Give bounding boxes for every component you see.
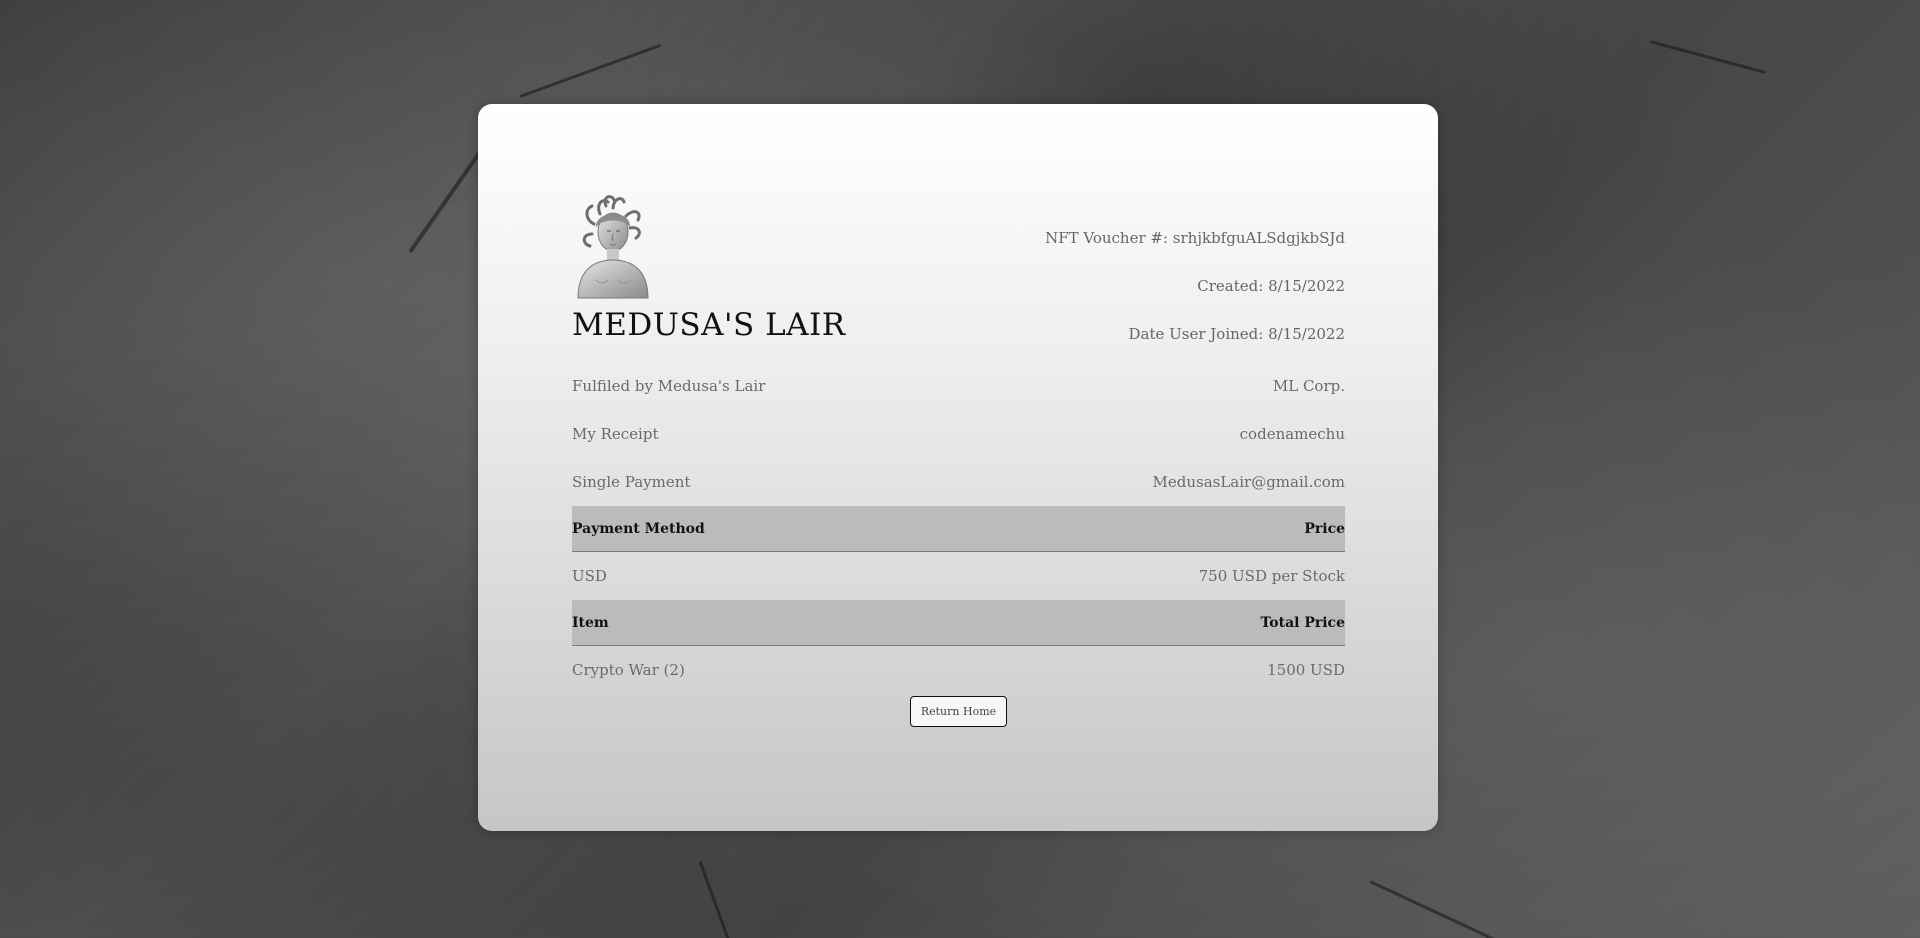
item-header: Item <box>572 614 609 631</box>
item-value: Crypto War (2) <box>572 661 685 679</box>
return-home-button[interactable]: Return Home <box>909 696 1008 727</box>
price-value: 750 USD per Stock <box>1198 567 1345 585</box>
total-price-header: Total Price <box>1260 614 1345 631</box>
detail-row-payment-type: Single Payment MedusasLair@gmail.com <box>572 458 1345 506</box>
medusa-bust-logo <box>577 195 649 299</box>
background-crack <box>698 860 740 938</box>
total-price-value: 1500 USD <box>1267 661 1345 679</box>
item-table-header: Item Total Price <box>572 600 1345 646</box>
payment-method-header: Payment Method <box>572 520 705 537</box>
item-table-row: Crypto War (2) 1500 USD <box>572 646 1345 694</box>
background-crack <box>519 43 662 98</box>
payment-type-label: Single Payment <box>572 473 691 491</box>
contact-email: MedusasLair@gmail.com <box>1152 473 1346 491</box>
actions: Return Home <box>572 696 1345 727</box>
payment-table-header: Payment Method Price <box>572 506 1345 552</box>
receipt-label: My Receipt <box>572 425 659 443</box>
background-crack <box>1649 40 1767 75</box>
username: codenamechu <box>1239 425 1345 443</box>
price-header: Price <box>1304 520 1345 537</box>
voucher-meta: NFT Voucher #: srhjkbfguALSdgjkbSJd Crea… <box>1045 194 1345 358</box>
receipt-header: MEDUSA'S LAIR NFT Voucher #: srhjkbfguAL… <box>572 194 1345 362</box>
receipt-content: MEDUSA'S LAIR NFT Voucher #: srhjkbfguAL… <box>572 194 1345 727</box>
brand-title: MEDUSA'S LAIR <box>572 307 846 343</box>
detail-row-receipt: My Receipt codenamechu <box>572 410 1345 458</box>
detail-row-fulfilled: Fulfiled by Medusa's Lair ML Corp. <box>572 362 1345 410</box>
payment-table-row: USD 750 USD per Stock <box>572 552 1345 600</box>
voucher-number: NFT Voucher #: srhjkbfguALSdgjkbSJd <box>1045 229 1345 247</box>
background-crack <box>1369 880 1516 938</box>
receipt-card: MEDUSA'S LAIR NFT Voucher #: srhjkbfguAL… <box>478 104 1438 831</box>
company-name: ML Corp. <box>1272 377 1345 395</box>
voucher-created-date: Created: 8/15/2022 <box>1197 277 1345 295</box>
payment-method-value: USD <box>572 567 607 585</box>
voucher-joined-date: Date User Joined: 8/15/2022 <box>1128 325 1345 343</box>
fulfilled-by-label: Fulfiled by Medusa's Lair <box>572 377 766 395</box>
